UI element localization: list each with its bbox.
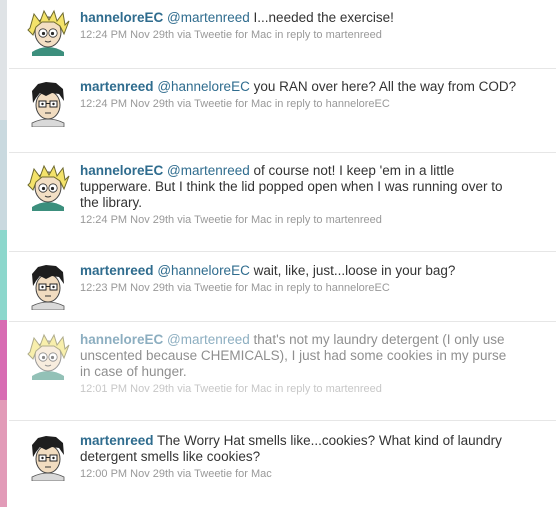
tweet-text: martenreed @hanneloreEC you RAN over her… [80,79,520,95]
tweet: hanneloreEC @martenreed that's not my la… [9,322,556,421]
mention-link[interactable]: @hanneloreEC [157,79,250,94]
client-link[interactable]: Tweetie for Mac [194,383,272,395]
tweet-timestamp[interactable]: 12:24 PM Nov 29th [80,29,174,41]
mention-link[interactable]: @martenreed [167,10,250,25]
reply-prefix: in reply to [271,29,326,41]
tweet: martenreed The Worry Hat smells like...c… [9,421,556,507]
tweet-meta: 12:24 PM Nov 29th via Tweetie for Mac in… [80,214,520,227]
tweet-meta: 12:01 PM Nov 29th via Tweetie for Mac in… [80,383,520,396]
via-label: via [174,214,195,226]
reply-to-link[interactable]: martenreed [326,29,382,41]
tweet-body-text: I...needed the exercise! [249,10,394,25]
tweet-username[interactable]: martenreed [80,79,154,94]
client-link[interactable]: Tweetie for Mac [194,98,272,110]
tweet-body: @hanneloreEC you RAN over here? All the … [157,79,516,94]
tweet-username[interactable]: hanneloreEC [80,332,163,347]
reply-to-link[interactable]: hanneloreEC [326,98,390,110]
hanneloreEC-avatar[interactable] [24,163,72,211]
tweet-content: martenreed @hanneloreEC wait, like, just… [80,263,520,295]
edge-segment [0,230,7,320]
tweet-body: @martenreed I...needed the exercise! [167,10,394,25]
tweet-timestamp[interactable]: 12:00 PM Nov 29th [80,468,174,480]
tweet-username[interactable]: hanneloreEC [80,10,163,25]
via-label: via [174,383,195,395]
reply-to-link[interactable]: hanneloreEC [326,282,390,294]
hannelore-face-icon [24,163,72,211]
reply-to-link[interactable]: martenreed [326,214,382,226]
hanneloreEC-avatar[interactable] [24,8,72,56]
tweet-username[interactable]: martenreed [80,433,154,448]
tweet: hanneloreEC @martenreed I...needed the e… [9,0,556,69]
mention-link[interactable]: @martenreed [167,163,250,178]
tweet: hanneloreEC @martenreed of course not! I… [9,153,556,252]
martenreed-avatar[interactable] [24,262,72,310]
tweet-text: hanneloreEC @martenreed that's not my la… [80,332,520,380]
via-label: via [174,98,195,110]
tweet-meta: 12:00 PM Nov 29th via Tweetie for Mac [80,468,520,481]
client-link[interactable]: Tweetie for Mac [194,468,272,480]
edge-segment [0,120,7,230]
reply-prefix: in reply to [271,98,326,110]
hanneloreEC-avatar[interactable] [24,332,72,380]
tweet-timestamp[interactable]: 12:23 PM Nov 29th [80,282,174,294]
via-label: via [174,29,195,41]
marten-face-icon [24,433,72,481]
marten-face-icon [24,79,72,127]
tweet-content: martenreed The Worry Hat smells like...c… [80,433,520,481]
tweet-text: martenreed The Worry Hat smells like...c… [80,433,520,465]
tweet-timestamp[interactable]: 12:01 PM Nov 29th [80,383,174,395]
left-edge-strip [0,0,7,507]
tweet-timeline: hanneloreEC @martenreed I...needed the e… [9,0,556,507]
via-label: via [174,468,195,480]
tweet-content: hanneloreEC @martenreed that's not my la… [80,332,520,396]
client-link[interactable]: Tweetie for Mac [194,282,272,294]
edge-segment [0,320,7,400]
reply-prefix: in reply to [271,383,326,395]
hannelore-face-icon [24,332,72,380]
tweet-timestamp[interactable]: 12:24 PM Nov 29th [80,214,174,226]
marten-face-icon [24,262,72,310]
tweet-username[interactable]: hanneloreEC [80,163,163,178]
tweet-username[interactable]: martenreed [80,263,154,278]
tweet-text: martenreed @hanneloreEC wait, like, just… [80,263,520,279]
tweet-content: hanneloreEC @martenreed of course not! I… [80,163,520,227]
martenreed-avatar[interactable] [24,433,72,481]
hannelore-face-icon [24,8,72,56]
reply-prefix: in reply to [271,282,326,294]
client-link[interactable]: Tweetie for Mac [194,29,272,41]
tweet-body: @hanneloreEC wait, like, just...loose in… [157,263,455,278]
martenreed-avatar[interactable] [24,79,72,127]
tweet-meta: 12:23 PM Nov 29th via Tweetie for Mac in… [80,282,520,295]
tweet-text: hanneloreEC @martenreed of course not! I… [80,163,520,211]
tweet-meta: 12:24 PM Nov 29th via Tweetie for Mac in… [80,29,520,42]
tweet-meta: 12:24 PM Nov 29th via Tweetie for Mac in… [80,98,520,111]
tweet: martenreed @hanneloreEC wait, like, just… [9,252,556,322]
tweet-body-text: you RAN over here? All the way from COD? [249,79,517,94]
edge-segment [0,400,7,507]
reply-to-link[interactable]: martenreed [326,383,382,395]
tweet-content: martenreed @hanneloreEC you RAN over her… [80,79,520,111]
reply-prefix: in reply to [271,214,326,226]
edge-segment [0,0,7,120]
tweet-body-text: wait, like, just...loose in your bag? [249,263,456,278]
tweet-text: hanneloreEC @martenreed I...needed the e… [80,10,520,26]
via-label: via [174,282,195,294]
mention-link[interactable]: @hanneloreEC [157,263,250,278]
mention-link[interactable]: @martenreed [167,332,250,347]
tweet-timestamp[interactable]: 12:24 PM Nov 29th [80,98,174,110]
client-link[interactable]: Tweetie for Mac [194,214,272,226]
tweet-content: hanneloreEC @martenreed I...needed the e… [80,10,520,42]
tweet: martenreed @hanneloreEC you RAN over her… [9,69,556,153]
